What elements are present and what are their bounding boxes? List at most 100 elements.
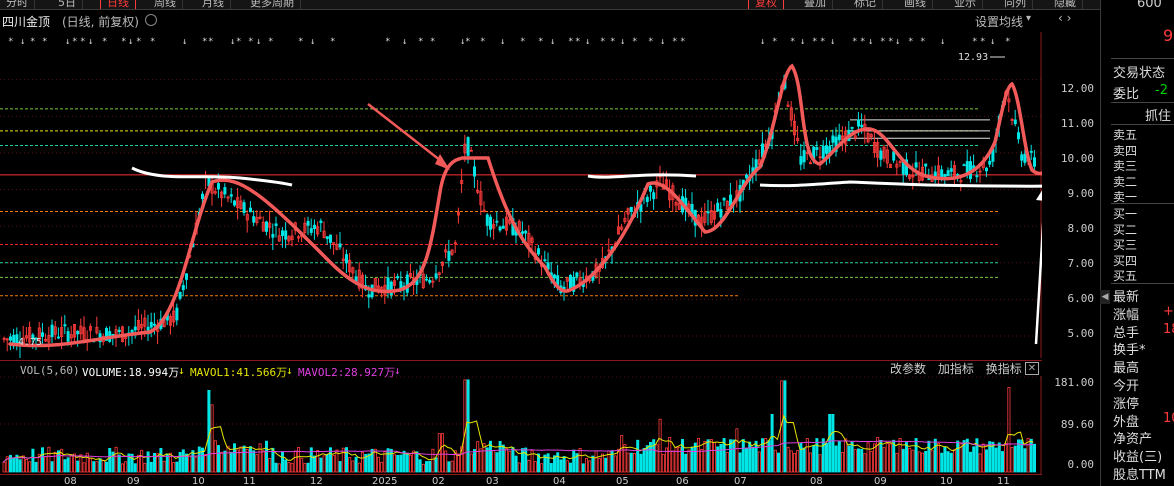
grab-button[interactable]: 抓住 [1145, 105, 1171, 124]
candle-body [879, 150, 883, 160]
volume-bar [533, 461, 537, 473]
signal-marker: * [418, 37, 423, 47]
volume-bar [82, 462, 86, 473]
volume-bar [933, 438, 937, 473]
tab-adjust[interactable]: 复权 [748, 0, 784, 9]
signal-marker: * [330, 37, 335, 47]
volume-bar [290, 462, 294, 473]
signal-marker: * [568, 37, 573, 47]
chevron-down-icon[interactable]: ▾ [1026, 13, 1031, 24]
tab-mark[interactable]: 标记 [848, 0, 883, 9]
volume-bar [479, 448, 483, 473]
pointer-arrow [367, 103, 446, 165]
volume-bar [293, 450, 297, 473]
volume-bar [844, 438, 848, 473]
tab-draw[interactable]: 画线 [898, 0, 933, 9]
signal-marker: * [8, 37, 13, 47]
tab-fenshi[interactable]: 分时 [0, 0, 35, 9]
tab-overlay[interactable]: 叠加 [798, 0, 833, 9]
volume-bar [472, 449, 476, 473]
tab-same-column[interactable]: 同列 [998, 0, 1033, 9]
stat-label: 收益(三) [1113, 450, 1163, 466]
stat-label: 净资产 [1113, 432, 1153, 448]
volume-tick: 89.60 [1060, 418, 1094, 431]
volume-bar [402, 450, 406, 473]
volume-bar [978, 453, 982, 473]
tab-weekly[interactable]: 周线 [148, 0, 183, 9]
volume-bar [456, 453, 460, 473]
volume-bar [236, 449, 240, 473]
volume-bar [949, 452, 953, 473]
volume-bar [312, 455, 316, 473]
volume-bar [415, 451, 419, 473]
volume-bar [732, 439, 736, 473]
ma-settings-button[interactable]: 设置均线 [975, 13, 1023, 30]
signal-marker: * [980, 37, 985, 47]
volume-bar [773, 449, 777, 473]
volume-bar [860, 448, 864, 473]
trend-curve [8, 63, 1042, 348]
volume-bar [47, 446, 51, 473]
volume-bar [825, 443, 829, 473]
signal-marker: * [672, 37, 677, 47]
date-tick: 08 [64, 476, 77, 486]
signal-marker: * [575, 37, 580, 47]
volume-bar [713, 441, 717, 473]
close-icon[interactable]: ✕ [1025, 362, 1039, 375]
price-tick: 8.00 [1067, 222, 1095, 235]
volume-bar [837, 440, 841, 473]
volume-bar [1026, 437, 1030, 473]
edit-params-button[interactable]: 改参数 [890, 362, 926, 376]
volume-bar [367, 453, 371, 473]
signal-marker: ↓ [500, 37, 505, 47]
candle-body [252, 216, 256, 223]
tab-more-periods[interactable]: 更多周期 [244, 0, 301, 9]
volume-bar [338, 461, 342, 473]
volume-bar [623, 444, 627, 473]
add-indicator-button[interactable]: 加指标 [938, 362, 974, 376]
candle-body [719, 209, 723, 218]
volume-bar [508, 451, 512, 473]
candle-body [825, 145, 829, 154]
tab-industry[interactable]: 业示 [948, 0, 983, 9]
volume-bar [972, 446, 976, 473]
tab-hide[interactable]: 隐藏 [1048, 0, 1083, 9]
volume-chart[interactable] [0, 376, 1042, 474]
volume-bar [540, 463, 544, 473]
volume-bar [412, 450, 416, 473]
signal-marker: ↓ [585, 37, 590, 47]
volume-bar [738, 452, 742, 473]
buy-level-label: 买四 [1113, 253, 1138, 268]
candle-body [553, 274, 557, 279]
volume-bar [706, 439, 710, 473]
volume-bar [216, 445, 220, 473]
date-tick: 12 [310, 476, 323, 486]
tab-5day[interactable]: 5日 [52, 0, 83, 9]
date-tick: 10 [940, 476, 953, 486]
volume-bar [649, 441, 653, 473]
stat-label: 今开 [1113, 379, 1140, 394]
trade-status-label: 交易状态 [1113, 66, 1166, 81]
volume-bar [181, 449, 185, 473]
volume-bar [687, 449, 691, 473]
volume-bar [885, 443, 889, 473]
switch-indicator-button[interactable]: 换指标 [986, 362, 1022, 376]
volume-bar [697, 437, 701, 473]
tab-monthly[interactable]: 月线 [196, 0, 231, 9]
signal-marker: ↓ [990, 37, 995, 47]
candle-body [367, 294, 371, 298]
signal-marker: * [908, 37, 913, 47]
signal-marker: ↓ [128, 37, 133, 47]
side-arrows[interactable]: ‹ › [1058, 11, 1071, 25]
candle-body [927, 178, 931, 181]
volume-bar [940, 452, 944, 473]
tab-daily[interactable]: 日线 [100, 0, 136, 9]
price-tick: 7.00 [1067, 257, 1095, 270]
volume-bar [693, 442, 697, 473]
volume-bar [661, 453, 665, 473]
volume-bar [316, 450, 320, 473]
stock-name: 四川金顶 [2, 15, 51, 29]
gear-icon[interactable] [145, 14, 157, 26]
collapse-panel-icon[interactable]: ◀ [1100, 290, 1110, 304]
kline-chart[interactable]: * ↓ * * ↓ * * ↓ * * ↓ * * ↓ * * ↓ * * ↓ * * ↓ * * ↓ * * ↓ * * ↓ * * ↓ * * ↓ * *… [0, 32, 1042, 358]
